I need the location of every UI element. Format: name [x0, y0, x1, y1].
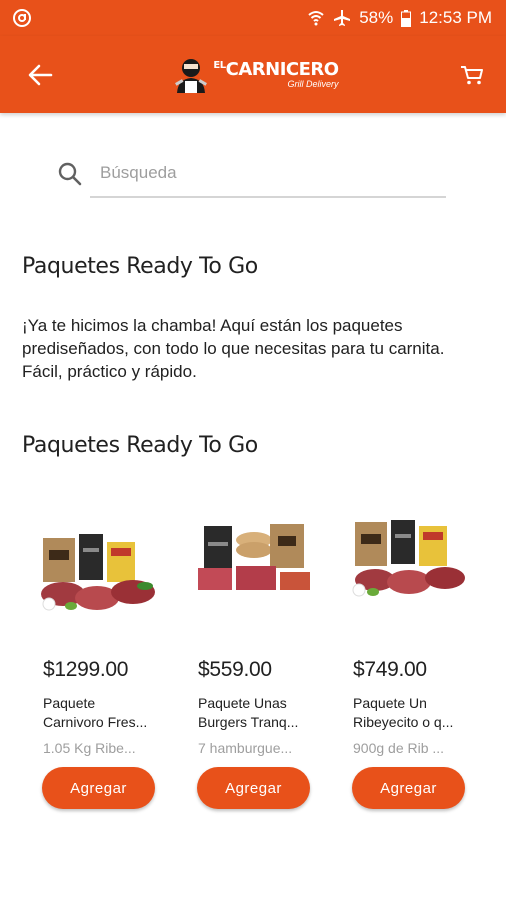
product-image — [196, 500, 314, 600]
add-to-cart-button[interactable]: Agregar — [352, 767, 465, 809]
page-title: Paquetes Ready To Go — [22, 254, 258, 279]
app-logo: ELCARNICERO Grill Delivery — [173, 55, 339, 95]
cart-icon — [460, 65, 483, 84]
section-title: Paquetes Ready To Go — [22, 433, 258, 458]
product-image — [351, 500, 469, 600]
cart-button[interactable] — [456, 59, 488, 91]
status-bar: 58% 12:53 PM — [0, 0, 506, 36]
battery-icon — [401, 9, 412, 27]
product-description: 7 hamburgue... — [198, 740, 293, 756]
product-price: $559.00 — [198, 658, 272, 681]
butcher-mascot-icon — [175, 58, 208, 93]
status-time: 12:53 PM — [419, 8, 492, 27]
add-to-cart-button[interactable]: Agregar — [197, 767, 310, 809]
product-carousel: $1299.00 Paquete Carnivoro Fres... 1.05 … — [0, 500, 506, 820]
product-name: Paquete Unas Burgers Tranq... — [198, 695, 299, 730]
search-icon[interactable] — [50, 154, 90, 194]
logo-tagline: Grill Delivery — [287, 78, 339, 89]
product-card[interactable]: $559.00 Paquete Unas Burgers Tranq... 7 … — [196, 500, 338, 809]
back-arrow-icon — [28, 64, 53, 85]
battery-percent: 58% — [359, 8, 394, 27]
wifi-icon — [307, 10, 325, 26]
notification-icon — [12, 8, 32, 28]
back-button[interactable] — [24, 59, 56, 91]
product-price: $1299.00 — [43, 658, 129, 681]
app-bar: ELCARNICERO Grill Delivery — [0, 36, 506, 113]
product-description: 900g de Rib ... — [353, 740, 445, 756]
product-card[interactable]: $749.00 Paquete Un Ribeyecito o q... 900… — [351, 500, 493, 809]
product-description: 1.05 Kg Ribe... — [43, 740, 136, 756]
product-card[interactable]: $1299.00 Paquete Carnivoro Fres... 1.05 … — [41, 500, 183, 809]
add-to-cart-button[interactable]: Agregar — [42, 767, 155, 809]
product-name: Paquete Un Ribeyecito o q... — [353, 695, 454, 730]
product-image — [41, 516, 159, 616]
airplane-icon — [333, 9, 351, 27]
page-description: ¡Ya te hicimos la chamba! Aquí están los… — [22, 316, 445, 381]
product-price: $749.00 — [353, 658, 427, 681]
product-name: Paquete Carnivoro Fres... — [43, 695, 148, 730]
search-bar — [50, 146, 446, 202]
logo-wordmark: ELCARNICERO — [213, 58, 339, 80]
search-input[interactable] — [90, 150, 446, 198]
